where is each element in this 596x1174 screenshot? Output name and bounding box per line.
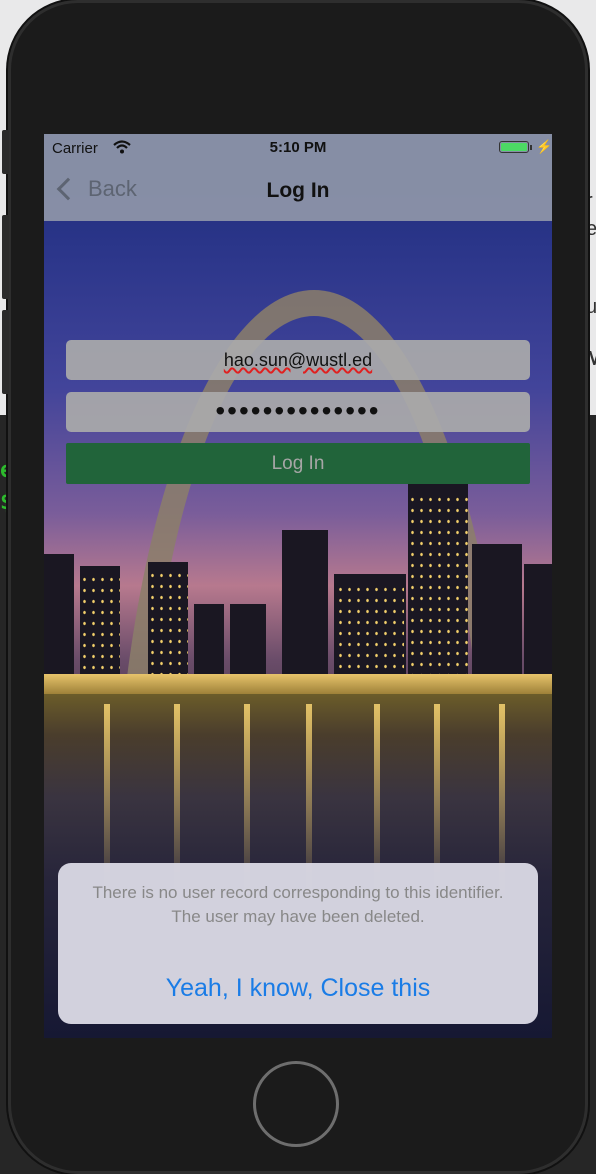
alert-close-button[interactable]: Yeah, I know, Close this xyxy=(58,963,538,1013)
mute-switch xyxy=(2,130,9,174)
home-button[interactable] xyxy=(253,1061,339,1147)
charging-bolt-icon: ⚡ xyxy=(536,139,552,154)
building xyxy=(44,554,74,694)
email-value: hao.sun@wustl.ed xyxy=(223,350,373,370)
building-lights xyxy=(336,584,404,684)
page-title: Log In xyxy=(266,179,330,202)
volume-down-button xyxy=(2,310,9,394)
status-bar: Carrier 5:10 PM ⚡ xyxy=(44,134,552,162)
building xyxy=(472,544,522,694)
login-button[interactable]: Log In xyxy=(66,443,530,484)
phone-screen: Carrier 5:10 PM ⚡ Back Log In hao.sun@wu… xyxy=(44,134,552,1038)
volume-up-button xyxy=(2,215,9,299)
building-lights xyxy=(80,574,120,684)
battery-nub xyxy=(530,145,532,150)
clock: 5:10 PM xyxy=(269,139,327,156)
email-field[interactable]: hao.sun@wustl.ed xyxy=(66,340,530,380)
password-field[interactable]: •••••••••••••• xyxy=(66,392,530,432)
building xyxy=(282,530,328,694)
battery-level xyxy=(501,143,527,151)
password-value: •••••••••••••• xyxy=(215,395,381,426)
nav-bar: Back Log In xyxy=(44,162,552,221)
navigation-bar-container: Carrier 5:10 PM ⚡ Back Log In xyxy=(44,134,552,221)
battery-icon xyxy=(499,141,529,153)
building-lights xyxy=(408,494,468,684)
alert-message: There is no user record corresponding to… xyxy=(92,883,504,926)
error-alert-dialog: There is no user record corresponding to… xyxy=(58,863,538,1024)
building-lights xyxy=(148,570,188,684)
